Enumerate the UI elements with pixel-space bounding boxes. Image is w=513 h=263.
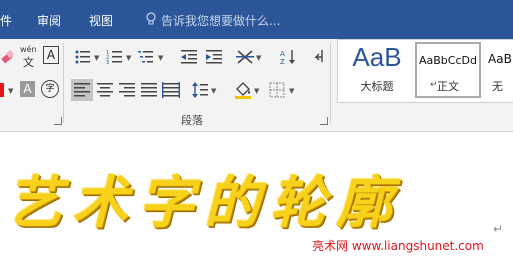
style-normal[interactable]: AaBbCcDd 正文 ↵ (415, 42, 481, 98)
chevron-down-icon[interactable]: ▼ (211, 87, 216, 95)
style-preview: AaBbCcDd (419, 54, 477, 67)
style-preview: AaB (488, 52, 512, 66)
align-left-icon (74, 83, 90, 97)
paragraph-dialog-launcher-icon[interactable] (320, 117, 328, 125)
menu-bar: 件 审阅 视图 告诉我您想要做什么... (0, 0, 513, 39)
document-area[interactable]: 艺术字的轮廓 ↵ 亮术网 www.liangshunet.com (0, 132, 513, 263)
bullets-icon[interactable] (74, 48, 92, 66)
line-spacing-icon[interactable] (191, 81, 209, 99)
group-divider (63, 43, 64, 123)
styles-gallery: AaB 大标题 AaBbCcDd 正文 ↵ AaB 无 (337, 39, 513, 103)
paragraph-mark-icon: ↵ (430, 80, 438, 90)
numbering-icon[interactable]: 1 2 3 (106, 48, 124, 66)
style-no-spacing[interactable]: AaB 无 (484, 42, 513, 98)
shading-bucket-icon[interactable] (234, 81, 252, 99)
watermark: 亮术网 www.liangshunet.com (312, 239, 484, 253)
svg-text:3: 3 (106, 60, 109, 66)
chevron-down-icon[interactable]: ▼ (8, 87, 13, 95)
chevron-down-icon[interactable]: ▼ (126, 54, 131, 62)
phonetic-guide-button[interactable]: wén 文 (20, 45, 40, 69)
tell-me-text: 告诉我您想要做什么... (161, 14, 281, 28)
paragraph-mark-icon: ↵ (493, 222, 504, 236)
style-name: 无 (492, 80, 503, 93)
group-divider (330, 43, 331, 123)
phonetic-pinyin: wén (20, 45, 37, 54)
align-left-button[interactable] (71, 79, 93, 101)
paragraph-group-label: 段落 (181, 114, 203, 127)
chevron-down-icon[interactable]: ▼ (256, 54, 261, 62)
tab-view[interactable]: 视图 (89, 12, 113, 29)
borders-icon[interactable] (268, 81, 286, 99)
style-name: 正文 (437, 80, 459, 93)
font-color-swatch[interactable] (0, 83, 4, 97)
font-dialog-launcher-icon[interactable] (54, 117, 62, 125)
style-name: 大标题 (360, 80, 394, 93)
align-center-icon[interactable] (96, 81, 114, 99)
chevron-down-icon[interactable]: ▼ (254, 87, 259, 95)
chevron-down-icon[interactable]: ▼ (289, 87, 294, 95)
style-preview: AaB (352, 42, 402, 72)
chevron-down-icon[interactable]: ▼ (94, 54, 99, 62)
chinese-layout-icon[interactable] (236, 48, 254, 66)
lightbulb-icon (146, 12, 156, 25)
clear-formatting-icon[interactable] (0, 48, 18, 66)
character-shading-button[interactable]: A (20, 81, 35, 97)
style-heading[interactable]: AaB 大标题 (341, 42, 413, 98)
tab-file[interactable]: 件 (0, 12, 12, 29)
show-paragraph-marks-icon[interactable] (310, 48, 328, 66)
distributed-icon[interactable] (162, 81, 180, 99)
svg-text:A: A (280, 50, 285, 58)
ribbon: wén 文 A ▼ A 字 ▼ 1 2 3 ▼ ▼ ▼ A Z ▼ ▼ ▼ 段落… (0, 39, 513, 132)
phonetic-char: 文 (23, 56, 34, 69)
enclose-characters-button[interactable]: 字 (41, 80, 59, 98)
sort-icon[interactable]: A Z (279, 48, 297, 66)
increase-indent-icon[interactable] (205, 48, 223, 66)
character-border-button[interactable]: A (43, 46, 59, 64)
align-right-icon[interactable] (118, 81, 136, 99)
multilevel-list-icon[interactable] (137, 48, 155, 66)
decrease-indent-icon[interactable] (180, 48, 198, 66)
tab-review[interactable]: 审阅 (37, 12, 61, 29)
justify-icon[interactable] (140, 81, 158, 99)
svg-text:Z: Z (280, 58, 285, 66)
chevron-down-icon[interactable]: ▼ (158, 54, 163, 62)
art-text[interactable]: 艺术字的轮廓 (6, 170, 402, 236)
